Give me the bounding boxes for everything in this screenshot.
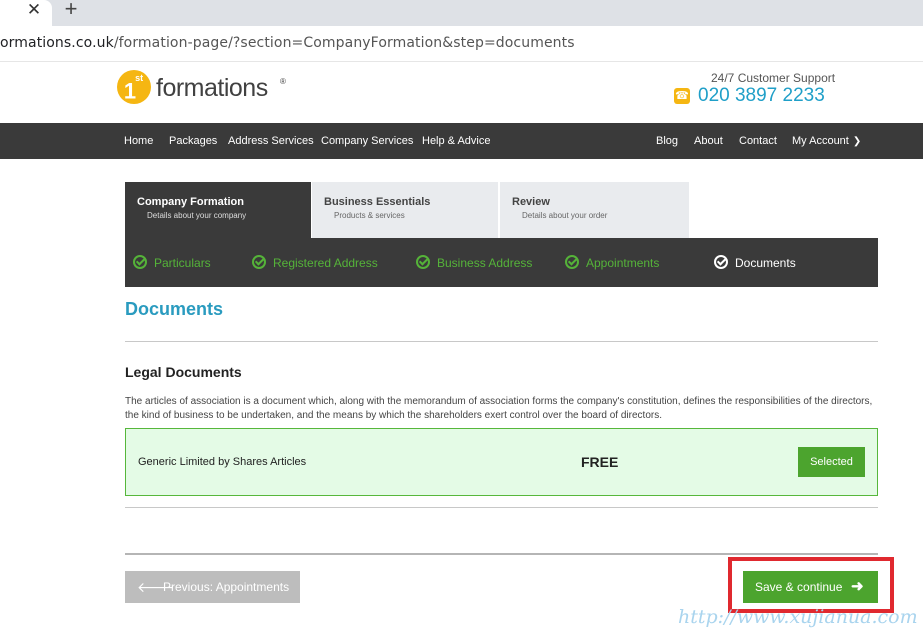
substep-label: Documents [735, 256, 796, 270]
document-price: FREE [581, 454, 619, 470]
step-subtitle: Details about your order [522, 211, 608, 220]
url-domain: ormations.co.uk [0, 35, 114, 51]
step-company-formation[interactable]: Company Formation Details about your com… [125, 182, 311, 238]
document-option[interactable]: Generic Limited by Shares Articles FREE … [125, 428, 878, 496]
substep-registered-address[interactable]: Registered Address [252, 255, 378, 270]
support-label: 24/7 Customer Support [711, 71, 836, 85]
step-subtitle: Details about your company [147, 211, 247, 220]
substep-label: Registered Address [273, 256, 378, 270]
logo-sup: st [135, 73, 144, 83]
nav-address-services[interactable]: Address Services [228, 135, 314, 147]
divider [125, 507, 878, 508]
nav-help-advice[interactable]: Help & Advice [422, 135, 490, 147]
substep-label: Appointments [586, 256, 660, 270]
logo-registered: ® [280, 77, 286, 86]
step-subtitle: Products & services [334, 211, 405, 220]
watermark: http://www.xujianua.com [678, 606, 918, 628]
selected-button[interactable]: Selected [798, 447, 865, 477]
nav-contact[interactable]: Contact [739, 135, 777, 147]
nav-company-services[interactable]: Company Services [321, 135, 413, 147]
close-icon[interactable]: ✕ [24, 0, 44, 22]
divider [125, 341, 878, 342]
nav-about[interactable]: About [694, 135, 723, 147]
logo-mark[interactable]: 1st [117, 70, 151, 104]
browser-tab-strip: ✕ + [0, 0, 923, 26]
divider [125, 553, 878, 555]
substep-bar: Particulars Registered Address Business … [125, 238, 878, 287]
url-text[interactable]: ormations.co.uk/formation-page/?section=… [0, 35, 575, 51]
nav-my-account[interactable]: My Account ❯ [792, 135, 861, 147]
previous-button[interactable]: 🡐 Previous: Appointments [125, 571, 300, 603]
phone-number[interactable]: 020 3897 2233 [698, 85, 825, 107]
main-navigation: Home Packages Address Services Company S… [0, 123, 923, 159]
step-title: Business Essentials [324, 196, 431, 208]
nav-my-account-label: My Account [792, 135, 849, 147]
plus-icon[interactable]: + [60, 0, 82, 21]
nav-blog[interactable]: Blog [656, 135, 678, 147]
step-review[interactable]: Review Details about your order [500, 182, 689, 238]
document-name: Generic Limited by Shares Articles [138, 456, 307, 468]
highlight-box [728, 557, 894, 613]
page-title: Documents [125, 299, 224, 319]
check-circle-icon [416, 255, 430, 269]
check-circle-icon [133, 255, 147, 269]
substep-business-address[interactable]: Business Address [416, 255, 532, 270]
nav-packages[interactable]: Packages [169, 135, 217, 147]
chevron-down-icon: ❯ [852, 136, 862, 147]
url-path: /formation-page/?section=CompanyFormatio… [113, 35, 575, 51]
phone-icon: ☎ [674, 88, 690, 104]
check-circle-icon [565, 255, 579, 269]
section-description: The articles of association is a documen… [125, 396, 873, 421]
previous-label: Previous: Appointments [163, 580, 290, 594]
substep-label: Business Address [437, 256, 533, 270]
step-title: Review [512, 196, 550, 208]
substep-label: Particulars [154, 256, 211, 270]
check-circle-icon [714, 255, 728, 269]
step-business-essentials[interactable]: Business Essentials Products & services [312, 182, 498, 238]
check-circle-icon [252, 255, 266, 269]
address-bar[interactable]: ormations.co.uk/formation-page/?section=… [0, 26, 923, 62]
substep-particulars[interactable]: Particulars [133, 255, 211, 270]
logo-wordmark[interactable]: formations [156, 74, 268, 103]
nav-home[interactable]: Home [124, 135, 153, 147]
step-title: Company Formation [137, 196, 244, 208]
substep-documents[interactable]: Documents [714, 255, 796, 270]
substep-appointments[interactable]: Appointments [565, 255, 659, 270]
section-title: Legal Documents [125, 364, 242, 380]
